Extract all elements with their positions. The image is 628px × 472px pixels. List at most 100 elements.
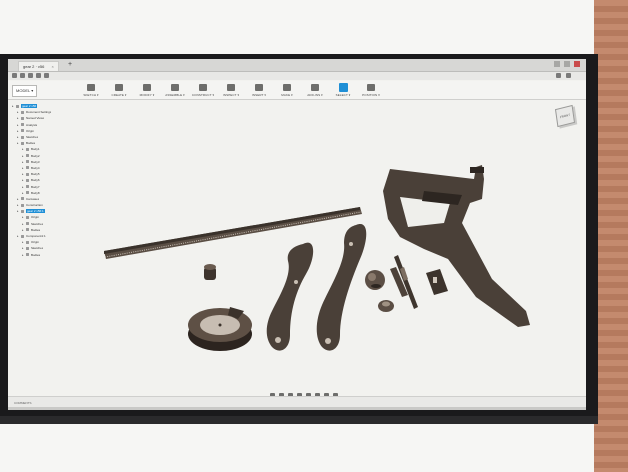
assemble-icon[interactable]: [171, 84, 179, 91]
visibility-icon[interactable]: [26, 185, 29, 189]
visibility-icon[interactable]: [21, 141, 24, 145]
addins-icon[interactable]: [311, 84, 319, 91]
browser-tree-label: Origin: [31, 215, 40, 220]
construct-icon[interactable]: [199, 84, 207, 91]
browser-tree-label: Bodies: [26, 141, 36, 146]
browser-tree-label: Document Settings: [26, 110, 52, 115]
spacer-cylinder-part[interactable]: [204, 264, 216, 280]
ribbon-group-addins[interactable]: ADD-INS ▾: [302, 83, 328, 98]
visibility-icon[interactable]: [26, 147, 29, 151]
ribbon-group-label: ADD-INS ▾: [307, 93, 323, 97]
browser-tree-label: Body8: [31, 190, 40, 195]
browser-tree-label: Sketches: [31, 246, 44, 251]
make-icon[interactable]: [283, 84, 291, 91]
ribbon-group-label: ASSEMBLE ▾: [165, 93, 185, 97]
browser-tree-label: gear 2 v56: [21, 104, 38, 109]
ribbon-group-insert[interactable]: INSERT ▾: [246, 83, 272, 98]
visibility-icon[interactable]: [26, 154, 29, 158]
minimize-icon[interactable]: [554, 61, 560, 67]
visibility-icon[interactable]: [21, 135, 24, 139]
browser-tree-label: Body2: [31, 153, 40, 158]
visibility-icon[interactable]: [26, 240, 29, 244]
slider-strip-part[interactable]: [390, 255, 418, 309]
select-icon[interactable]: [339, 83, 348, 92]
design-canvas[interactable]: [78, 99, 586, 397]
visibility-icon[interactable]: [26, 215, 29, 219]
ribbon-group-construct[interactable]: CONSTRUCT ▾: [190, 83, 216, 98]
browser-tree-label: Named Views: [26, 116, 45, 121]
visibility-icon[interactable]: [16, 104, 19, 108]
maximize-icon[interactable]: [564, 61, 570, 67]
visibility-icon[interactable]: [26, 228, 29, 232]
curved-arm-left-part[interactable]: [266, 242, 314, 351]
gear-rack-part[interactable]: [104, 207, 362, 259]
browser-tree-label: Origin: [26, 128, 35, 133]
main-frame-part[interactable]: [383, 165, 530, 327]
visibility-icon[interactable]: [26, 222, 29, 226]
undo-icon[interactable]: [36, 73, 41, 78]
create-icon[interactable]: [115, 84, 123, 91]
visibility-icon[interactable]: [21, 197, 24, 201]
ribbon-group-label: CONSTRUCT ▾: [191, 93, 215, 97]
redo-icon[interactable]: [44, 73, 49, 78]
visibility-icon[interactable]: [21, 110, 24, 114]
monitor-stand-shadow: [0, 416, 598, 424]
small-nut-part[interactable]: [378, 300, 394, 312]
close-window-icon[interactable]: [574, 61, 580, 67]
timeline-strip[interactable]: [8, 407, 586, 410]
insert-icon[interactable]: [255, 84, 263, 91]
ribbon-group-inspect[interactable]: INSPECT ▾: [218, 83, 244, 98]
ribbon-group-select[interactable]: SELECT ▾: [330, 83, 356, 98]
browser-tree-item[interactable]: ▸ Bodies: [12, 252, 78, 258]
ribbon-group-modify[interactable]: MODIFY ▾: [134, 83, 160, 98]
visibility-icon[interactable]: [26, 160, 29, 164]
ribbon-group-assemble[interactable]: ASSEMBLE ▾: [162, 83, 188, 98]
close-tab-icon[interactable]: ×: [51, 64, 53, 69]
visibility-icon[interactable]: [21, 123, 24, 127]
sketch-icon[interactable]: [87, 84, 95, 91]
sphere-knob-part[interactable]: [365, 270, 385, 290]
browser-tree-label: Body4: [31, 165, 40, 170]
visibility-icon[interactable]: [21, 116, 24, 120]
new-tab-button[interactable]: +: [68, 61, 76, 69]
visibility-icon[interactable]: [26, 166, 29, 170]
ribbon-group-sketch[interactable]: SKETCH ▾: [78, 83, 104, 98]
ribbon-group-label: INSPECT ▾: [222, 93, 240, 97]
timeline-bar: COMMENTS: [8, 396, 586, 410]
modify-icon[interactable]: [143, 84, 151, 91]
visibility-icon[interactable]: [21, 209, 24, 213]
browser-tree-label: Body1: [31, 147, 40, 152]
ribbon-group-position[interactable]: POSITION ▾: [358, 83, 384, 98]
visibility-icon[interactable]: [26, 246, 29, 250]
position-icon[interactable]: [367, 84, 375, 91]
visibility-icon[interactable]: [26, 253, 29, 257]
workspace-switcher[interactable]: MODEL ▾: [12, 85, 38, 97]
browser-tree-label: Canvases: [26, 196, 40, 201]
visibility-icon[interactable]: [26, 172, 29, 176]
data-panel-icon[interactable]: [12, 73, 17, 78]
visibility-icon[interactable]: [21, 203, 24, 207]
browser-tree-label: Body7: [31, 184, 40, 189]
ribbon-group-make[interactable]: MAKE ▾: [274, 83, 300, 98]
user-account-icon[interactable]: [556, 73, 561, 78]
browser-tree-label: Component1:1: [26, 234, 46, 239]
wallpaper-edge: [594, 0, 628, 472]
document-tab[interactable]: gear 2 · v56 ×: [18, 61, 59, 71]
file-menu-icon[interactable]: [20, 73, 25, 78]
inspect-icon[interactable]: [227, 84, 235, 91]
ribbon-group-label: MAKE ▾: [281, 93, 293, 97]
visibility-icon[interactable]: [21, 129, 24, 133]
ribbon-group-create[interactable]: CREATE ▾: [106, 83, 132, 98]
browser-tree-label: gear 2 v56:1: [26, 209, 45, 214]
visibility-icon[interactable]: [26, 178, 29, 182]
visibility-icon[interactable]: [21, 234, 24, 238]
browser-tree-label: Analysis: [26, 122, 38, 127]
curved-arm-right-part[interactable]: [316, 223, 367, 351]
help-icon[interactable]: [566, 73, 571, 78]
browser-tree-label: Body6: [31, 178, 40, 183]
visibility-icon[interactable]: [26, 191, 29, 195]
save-icon[interactable]: [28, 73, 33, 78]
slotted-block-part[interactable]: [426, 269, 448, 295]
browser-tree-label: Sketches: [26, 135, 39, 140]
round-base-part[interactable]: [188, 307, 252, 351]
